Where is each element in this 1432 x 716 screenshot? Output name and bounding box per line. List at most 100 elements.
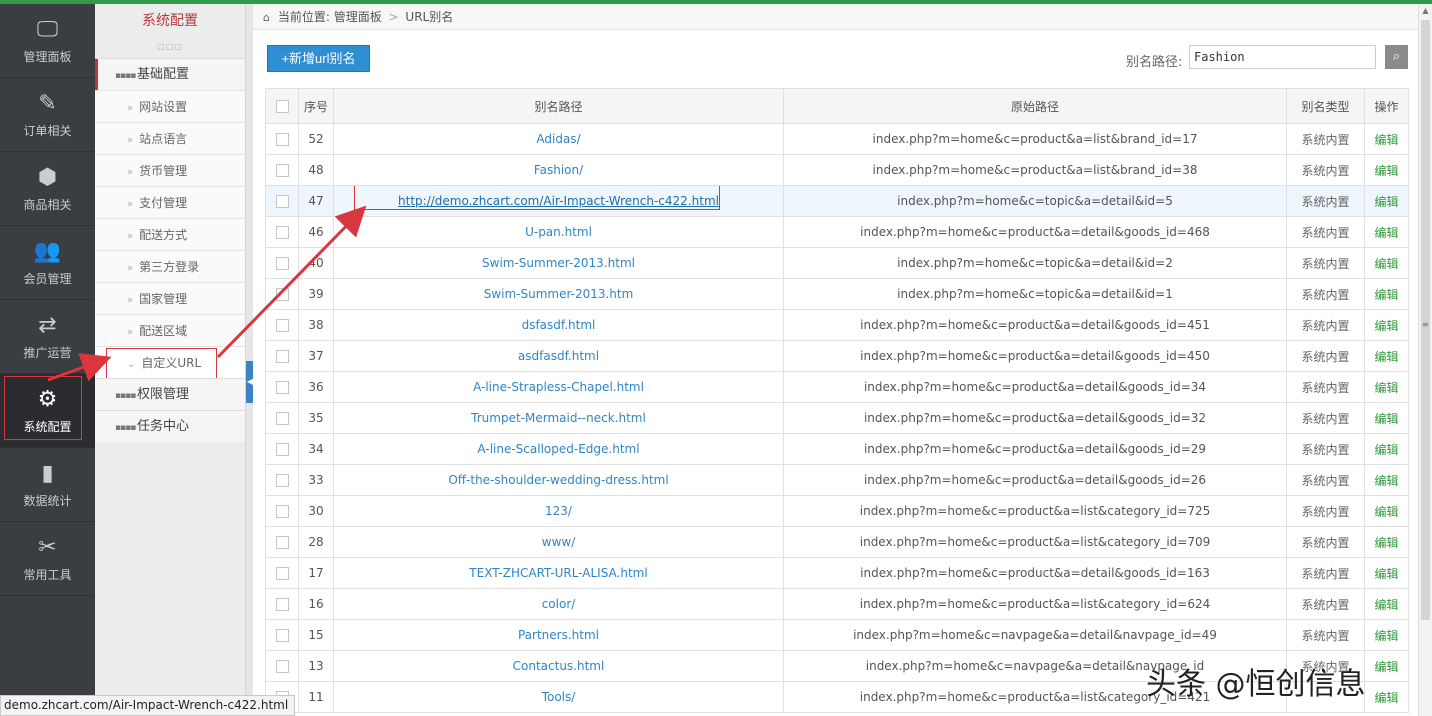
table-row[interactable]: 36 A-line-Strapless-Chapel.html index.php?…	[265, 371, 1409, 403]
row-checkbox[interactable]	[275, 598, 289, 611]
edit-link[interactable]: 编辑	[1364, 185, 1409, 217]
edit-link[interactable]: 编辑	[1364, 278, 1409, 310]
row-checkbox[interactable]	[275, 133, 289, 146]
edit-link[interactable]: 编辑	[1364, 619, 1409, 651]
submenu-item[interactable]: » 配送方式	[95, 218, 245, 250]
row-checkbox[interactable]	[275, 443, 289, 456]
submenu-group[interactable]: ▪▪▪▪ 权限管理	[95, 378, 245, 410]
search-button[interactable]: ⌕	[1385, 45, 1408, 69]
row-select-cell[interactable]	[265, 123, 299, 155]
table-row[interactable]: 34 A-line-Scalloped-Edge.html index.php?m=…	[265, 433, 1409, 465]
breadcrumb-link-dashboard[interactable]: 管理面板	[334, 10, 382, 24]
alias-link[interactable]: Adidas/	[536, 132, 580, 146]
submenu-collapse-dots[interactable]: ▢▢▢	[95, 42, 245, 58]
submenu-item[interactable]: » 第三方登录	[95, 250, 245, 282]
row-select-cell[interactable]	[265, 433, 299, 465]
table-row[interactable]: 38 dsfasdf.html index.php?m=home&c=product…	[265, 309, 1409, 341]
edit-link[interactable]: 编辑	[1364, 123, 1409, 155]
alias-link[interactable]: Swim-Summer-2013.htm	[484, 287, 634, 301]
row-select-cell[interactable]	[265, 278, 299, 310]
edit-link[interactable]: 编辑	[1364, 588, 1409, 620]
row-checkbox[interactable]	[275, 226, 289, 239]
nav-item-monitor[interactable]: 🖵 管理面板	[0, 4, 95, 78]
row-checkbox[interactable]	[275, 505, 289, 518]
submenu-item[interactable]: » 网站设置	[95, 90, 245, 122]
table-row[interactable]: 35 Trumpet-Mermaid--neck.html index.php?m=…	[265, 402, 1409, 434]
alias-link[interactable]: Trumpet-Mermaid--neck.html	[471, 411, 646, 425]
table-row[interactable]: 48 Fashion/index.php?m=home&c=product&a=l…	[265, 154, 1409, 186]
row-select-cell[interactable]	[265, 185, 299, 217]
table-row[interactable]: 15 Partners.html index.php?m=home&c=navpag…	[265, 619, 1409, 651]
row-checkbox[interactable]	[275, 257, 289, 270]
row-checkbox[interactable]	[275, 164, 289, 177]
row-select-cell[interactable]	[265, 216, 299, 248]
row-checkbox[interactable]	[275, 629, 289, 642]
edit-link[interactable]: 编辑	[1364, 681, 1409, 713]
row-select-cell[interactable]	[265, 247, 299, 279]
edit-link[interactable]: 编辑	[1364, 402, 1409, 434]
submenu-item[interactable]: » 配送区域	[95, 314, 245, 346]
edit-link[interactable]: 编辑	[1364, 371, 1409, 403]
submenu-item[interactable]: » 支付管理	[95, 186, 245, 218]
row-select-cell[interactable]	[265, 464, 299, 496]
search-input[interactable]	[1189, 45, 1376, 69]
table-row[interactable]: 17 TEXT-ZHCART-URL-ALISA.html index.php?m=…	[265, 557, 1409, 589]
table-row[interactable]: 30 123/index.php?m=home&c=product&a=list&…	[265, 495, 1409, 527]
edit-link[interactable]: 编辑	[1364, 340, 1409, 372]
row-checkbox[interactable]	[275, 195, 289, 208]
table-row[interactable]: 16 color/index.php?m=home&c=product&a=lis…	[265, 588, 1409, 620]
edit-link[interactable]: 编辑	[1364, 495, 1409, 527]
select-all-cell[interactable]	[265, 88, 299, 124]
row-checkbox[interactable]	[275, 536, 289, 549]
row-select-cell[interactable]	[265, 154, 299, 186]
row-checkbox[interactable]	[275, 474, 289, 487]
alias-link[interactable]: Tools/	[542, 690, 576, 704]
row-checkbox[interactable]	[275, 567, 289, 580]
row-select-cell[interactable]	[265, 340, 299, 372]
edit-link[interactable]: 编辑	[1364, 433, 1409, 465]
alias-link[interactable]: dsfasdf.html	[522, 318, 596, 332]
alias-link[interactable]: color/	[542, 597, 576, 611]
alias-link[interactable]: A-line-Scalloped-Edge.html	[477, 442, 639, 456]
select-all-checkbox[interactable]	[275, 100, 289, 113]
alias-link[interactable]: Off-the-shoulder-wedding-dress.html	[448, 473, 668, 487]
row-select-cell[interactable]	[265, 526, 299, 558]
table-row[interactable]: 39 Swim-Summer-2013.htm index.php?m=home&c…	[265, 278, 1409, 310]
sidebar-splitter[interactable]: ◀	[245, 4, 254, 716]
edit-link[interactable]: 编辑	[1364, 154, 1409, 186]
edit-link[interactable]: 编辑	[1364, 309, 1409, 341]
nav-item-wrench[interactable]: ✂ 常用工具	[0, 522, 95, 596]
row-select-cell[interactable]	[265, 309, 299, 341]
nav-item-edit[interactable]: ✎ 订单相关	[0, 78, 95, 152]
row-select-cell[interactable]	[265, 650, 299, 682]
submenu-item[interactable]: ⌄ 自定义URL	[95, 346, 245, 382]
submenu-item[interactable]: » 国家管理	[95, 282, 245, 314]
table-row[interactable]: 40 Swim-Summer-2013.html index.php?m=home&…	[265, 247, 1409, 279]
alias-link[interactable]: A-line-Strapless-Chapel.html	[473, 380, 644, 394]
row-select-cell[interactable]	[265, 402, 299, 434]
alias-link[interactable]: Contactus.html	[513, 659, 605, 673]
table-row[interactable]: 37 asdfasdf.html index.php?m=home&c=produc…	[265, 340, 1409, 372]
alias-link[interactable]: 123/	[545, 504, 572, 518]
table-row[interactable]: 52 Adidas/index.php?m=home&c=product&a=li…	[265, 123, 1409, 155]
table-row[interactable]: 46 U-pan.html index.php?m=home&c=product&a…	[265, 216, 1409, 248]
submenu-item[interactable]: » 货币管理	[95, 154, 245, 186]
nav-item-retweet[interactable]: ⇄ 推广运营	[0, 300, 95, 374]
alias-link[interactable]: Swim-Summer-2013.html	[482, 256, 635, 270]
edit-link[interactable]: 编辑	[1364, 650, 1409, 682]
alias-link[interactable]: TEXT-ZHCART-URL-ALISA.html	[469, 566, 647, 580]
table-row[interactable]: 47 http://demo.zhcart.com/Air-Impact-Wren…	[265, 185, 1409, 217]
submenu-group[interactable]: ▪▪▪▪ 任务中心	[95, 410, 245, 442]
alias-link[interactable]: Partners.html	[518, 628, 599, 642]
alias-link[interactable]: asdfasdf.html	[518, 349, 599, 363]
scroll-up-arrow-icon[interactable]: ▲	[1419, 4, 1432, 18]
row-select-cell[interactable]	[265, 495, 299, 527]
table-row[interactable]: 28 www/index.php?m=home&c=product&a=list&…	[265, 526, 1409, 558]
row-select-cell[interactable]	[265, 588, 299, 620]
nav-item-cube[interactable]: ⬢ 商品相关	[0, 152, 95, 226]
row-checkbox[interactable]	[275, 381, 289, 394]
submenu-group[interactable]: ▪▪▪▪ 基础配置	[95, 58, 245, 91]
edit-link[interactable]: 编辑	[1364, 464, 1409, 496]
nav-item-users[interactable]: 👥 会员管理	[0, 226, 95, 300]
row-checkbox[interactable]	[275, 660, 289, 673]
